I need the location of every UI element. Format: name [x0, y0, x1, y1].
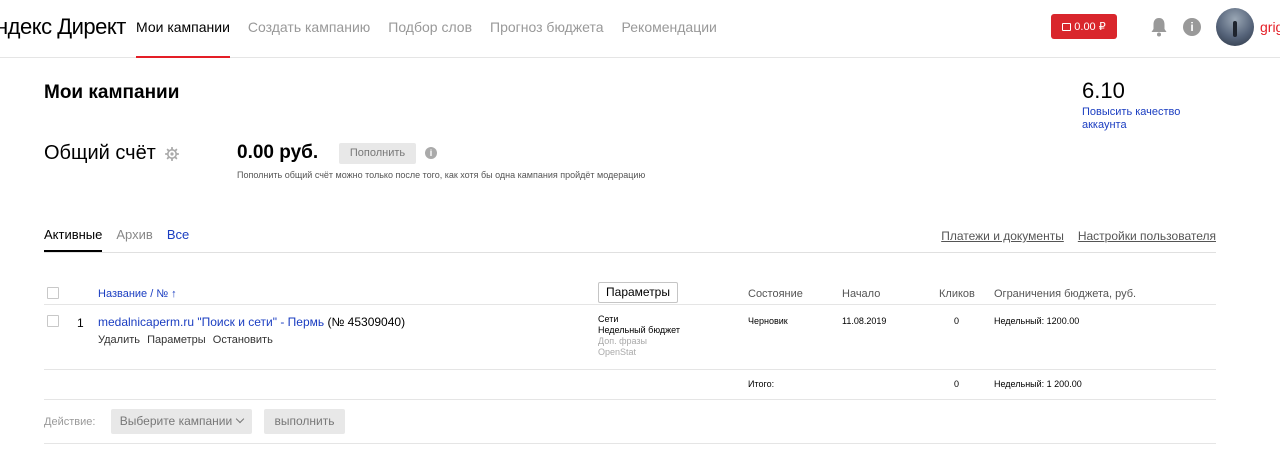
bell-icon[interactable] — [1150, 17, 1168, 37]
row-number: 1 — [77, 316, 84, 330]
campaign-params-link[interactable]: Параметры — [147, 334, 206, 346]
detail-openstat: OpenStat — [598, 347, 637, 357]
run-action-button[interactable]: выполнить — [264, 409, 345, 434]
quality-score: 6.10 — [1082, 78, 1125, 103]
nav-create-campaign[interactable]: Создать кампанию — [248, 0, 370, 58]
campaign-action-select[interactable]: Выберите кампании — [111, 409, 252, 434]
nav-budget-forecast[interactable]: Прогноз бюджета — [490, 0, 604, 58]
tab-archive[interactable]: Архив — [116, 227, 152, 252]
wallet-icon — [1062, 22, 1072, 31]
gear-icon[interactable] — [165, 147, 179, 161]
divider — [44, 369, 1216, 370]
column-header-name[interactable]: Название / № ↑ — [98, 288, 177, 300]
campaign-clicks: 0 — [954, 316, 960, 326]
tab-active[interactable]: Активные — [44, 227, 103, 252]
row-checkbox[interactable] — [47, 315, 59, 327]
nav-word-selection[interactable]: Подбор слов — [388, 0, 472, 58]
nav-my-campaigns[interactable]: Мои кампании — [136, 0, 230, 58]
campaign-name: medalnicaperm.ru "Поиск и сети" - Пермь … — [98, 315, 405, 329]
shared-account-title: Общий счёт — [44, 142, 156, 164]
chevron-down-icon — [235, 414, 245, 424]
total-clicks: 0 — [954, 379, 960, 389]
divider — [44, 252, 1216, 253]
column-header-start: Начало — [842, 288, 881, 300]
total-budget: Недельный: 1 200.00 — [994, 379, 1082, 389]
payments-documents-link[interactable]: Платежи и документы — [941, 229, 1064, 243]
user-settings-link[interactable]: Настройки пользователя — [1078, 229, 1216, 243]
account-amount: 0.00 руб. — [237, 142, 319, 163]
column-header-status: Состояние — [748, 288, 803, 300]
improve-quality-link[interactable]: Повысить качество аккаунта — [1082, 106, 1202, 132]
nav-recommendations[interactable]: Рекомендации — [622, 0, 717, 58]
divider — [44, 399, 1216, 400]
logo[interactable]: ндекс Директ — [0, 14, 126, 40]
avatar[interactable] — [1216, 8, 1254, 46]
info-icon[interactable]: i — [1183, 18, 1201, 36]
campaign-start-date: 11.08.2019 — [842, 316, 887, 326]
detail-extra-phrases: Доп. фразы — [598, 336, 647, 346]
tab-all[interactable]: Все — [167, 227, 189, 252]
balance-amount: 0.00 ₽ — [1074, 21, 1106, 33]
campaign-budget: Недельный: 1200.00 — [994, 316, 1080, 326]
total-label: Итого: — [748, 379, 775, 389]
campaign-action-select-label: Выберите кампании — [119, 414, 233, 428]
campaign-name-link[interactable]: medalnicaperm.ru "Поиск и сети" - Пермь — [98, 315, 324, 329]
campaign-filter-tabs: Активные Архив Все — [44, 227, 189, 252]
username[interactable]: grig — [1260, 19, 1280, 35]
campaign-details: Сети Недельный бюджет Доп. фразы OpenSta… — [598, 314, 680, 358]
topup-note: Пополнить общий счёт можно только после … — [237, 170, 646, 180]
topup-button[interactable]: Пополнить — [339, 143, 416, 164]
detail-weekly-budget: Недельный бюджет — [598, 325, 680, 335]
select-all-checkbox[interactable] — [47, 287, 59, 299]
info-icon[interactable]: i — [425, 147, 437, 159]
row-actions: Удалить Параметры Остановить — [98, 334, 277, 346]
divider — [44, 443, 1216, 444]
params-button[interactable]: Параметры — [598, 282, 678, 303]
column-header-clicks: Кликов — [939, 288, 975, 300]
account-links: Платежи и документы Настройки пользовате… — [941, 229, 1216, 243]
delete-campaign-link[interactable]: Удалить — [98, 334, 140, 346]
action-label: Действие: — [44, 416, 96, 428]
stop-campaign-link[interactable]: Остановить — [213, 334, 273, 346]
campaign-number: (№ 45309040) — [324, 315, 406, 329]
column-header-budget: Ограничения бюджета, руб. — [994, 288, 1137, 300]
campaign-status: Черновик — [748, 316, 788, 326]
balance-button[interactable]: 0.00 ₽ — [1051, 14, 1117, 39]
divider — [44, 304, 1216, 305]
page-title: Мои кампании — [44, 82, 180, 103]
detail-networks: Сети — [598, 314, 619, 324]
main-nav: Мои кампании Создать кампанию Подбор сло… — [136, 0, 735, 58]
top-header: ндекс Директ Мои кампании Создать кампан… — [0, 0, 1280, 58]
